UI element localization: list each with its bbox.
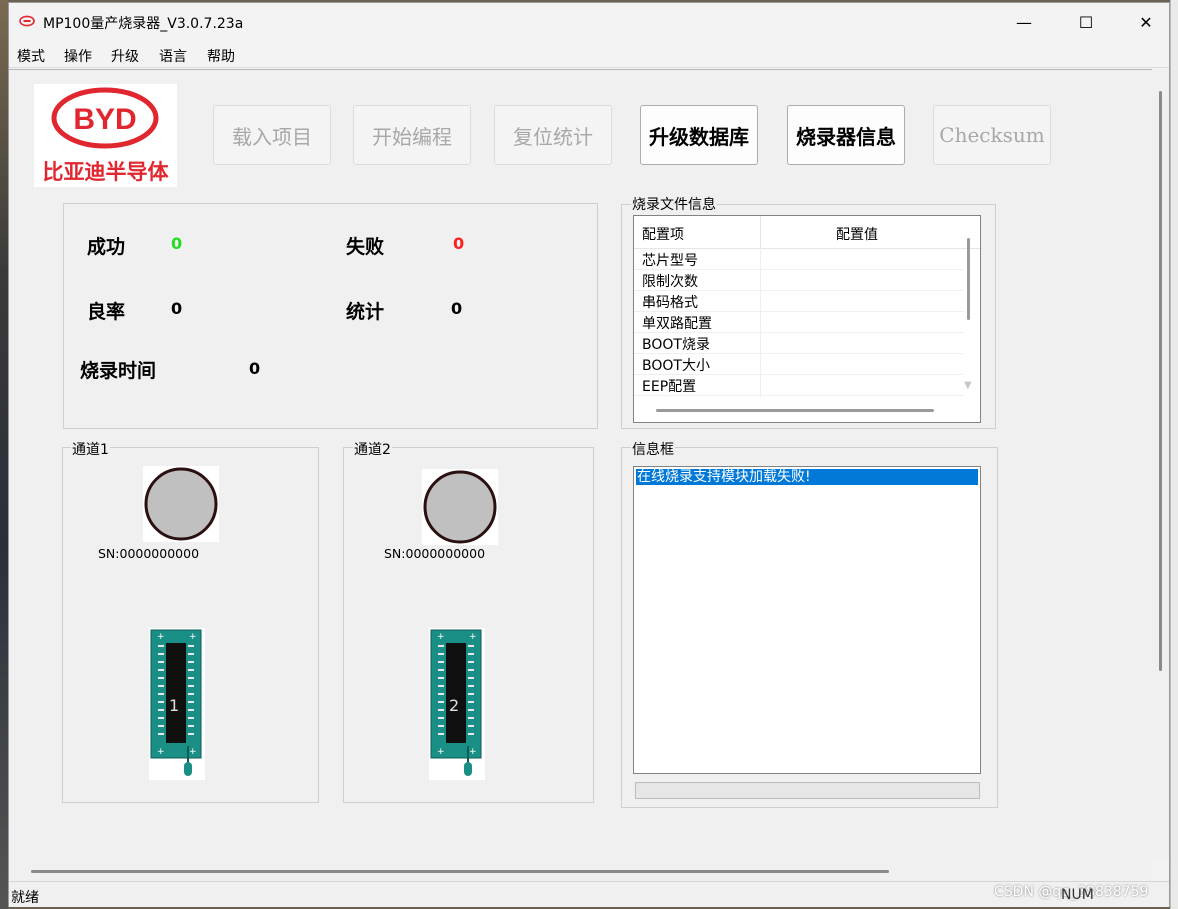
vertical-scrollbar[interactable] [1152,69,1169,861]
fail-label: 失败 [346,236,385,258]
column-config-value[interactable]: 配置值 [836,224,878,244]
total-label: 统计 [346,301,385,323]
column-divider [760,248,761,398]
reset-stats-button[interactable]: 复位统计 [494,105,612,165]
list-item[interactable]: BOOT烧录 [634,332,964,354]
menu-mode[interactable]: 模式 [17,46,45,66]
programming-time-label: 烧录时间 [80,360,157,382]
minimize-icon: — [1016,12,1032,32]
svg-text:+: + [469,632,477,642]
stats-panel [63,203,598,429]
list-item[interactable]: 单双路配置 [634,311,964,333]
menu-help[interactable]: 帮助 [207,46,235,66]
menu-operation[interactable]: 操作 [64,46,92,66]
fail-value: 0 [453,234,465,253]
svg-text:+: + [157,632,165,642]
list-item[interactable]: EEP配置 [634,374,964,396]
channel1-number: 1 [169,696,180,715]
checksum-button[interactable]: Checksum [933,105,1051,165]
programming-time-value: 0 [249,359,261,378]
close-button[interactable]: ✕ [1123,3,1169,41]
horizontal-scrollbar[interactable] [9,861,1152,881]
horizontal-scroll-thumb[interactable] [31,870,889,873]
info-message-list[interactable]: 在线烧录支持模块加载失败! [633,466,981,774]
byd-app-icon [19,15,35,27]
list-vertical-scrollbar[interactable] [967,238,970,320]
channel1-status-led [143,466,219,542]
list-item[interactable]: 芯片型号 [634,248,964,270]
list-item-label: EEP配置 [642,379,697,395]
svg-text:+: + [437,747,445,757]
success-label: 成功 [87,236,126,258]
svg-text:+: + [189,747,197,757]
app-window: MP100量产烧录器_V3.0.7.23a — ☐ ✕ 模式 操作 升级 语言 … [8,2,1170,907]
channel2-number: 2 [449,696,460,715]
logo-text: 比亚迪半导体 [42,160,169,184]
window-title: MP100量产烧录器_V3.0.7.23a [43,16,244,32]
list-item[interactable]: 限制次数 [634,269,964,291]
logo-mark-text: BYD [73,103,136,136]
list-item-label: BOOT大小 [642,358,710,374]
svg-text:+: + [189,632,197,642]
channel1-serial: SN:0000000000 [98,546,200,561]
vertical-scroll-thumb[interactable] [1159,91,1162,671]
column-config-item[interactable]: 配置项 [642,224,684,244]
svg-text:+: + [157,747,165,757]
list-item-label: 限制次数 [642,274,698,290]
scroll-down-arrow-icon[interactable]: ▼ [964,380,972,391]
status-bar: 就绪 CSDN @qq_38838759 NUM [9,881,1169,907]
list-item[interactable]: 在线烧录支持模块加载失败! [636,469,978,485]
list-item[interactable]: 串码格式 [634,290,964,312]
byd-logo: BYD 比亚迪半导体 [34,84,177,187]
channel2-label: 通道2 [353,439,392,459]
channel2-socket: + + + + 2 [429,628,485,780]
load-project-button[interactable]: 载入项目 [213,105,331,165]
info-box-title: 信息框 [631,439,675,459]
num-lock-indicator: NUM [1061,887,1094,903]
title-bar[interactable]: MP100量产烧录器_V3.0.7.23a — ☐ ✕ [9,3,1169,41]
total-value: 0 [451,299,463,318]
yield-value: 0 [171,299,183,318]
menu-language[interactable]: 语言 [159,46,187,66]
channel2-status-led [422,469,498,545]
channel2-serial: SN:0000000000 [384,546,486,561]
programmer-info-button[interactable]: 烧录器信息 [787,105,905,165]
list-item-label: BOOT烧录 [642,337,710,353]
close-icon: ✕ [1139,12,1153,32]
status-text: 就绪 [11,890,39,906]
maximize-button[interactable]: ☐ [1063,3,1109,41]
file-info-list[interactable]: 配置项 配置值 芯片型号 限制次数 串码格式 单双路配置 BOOT烧录 BOOT… [633,215,981,423]
svg-text:+: + [469,747,477,757]
progress-bar [635,782,980,799]
list-item-label: 芯片型号 [642,253,698,269]
start-programming-button[interactable]: 开始编程 [353,105,471,165]
list-header: 配置项 配置值 [634,216,980,249]
menu-upgrade[interactable]: 升级 [111,46,139,66]
svg-text:+: + [437,632,445,642]
success-value: 0 [171,234,183,253]
menu-bar: 模式 操作 升级 语言 帮助 [9,41,1169,68]
maximize-icon: ☐ [1078,12,1094,32]
client-area: BYD 比亚迪半导体 载入项目 开始编程 复位统计 升级数据库 烧录器信息 Ch… [9,69,1152,862]
yield-label: 良率 [87,301,126,323]
list-item[interactable]: BOOT大小 [634,353,964,375]
file-info-title: 烧录文件信息 [631,194,717,214]
list-horizontal-scrollbar[interactable] [656,409,934,412]
upgrade-database-button[interactable]: 升级数据库 [640,105,758,165]
desktop-background-left [0,0,8,909]
list-item-label: 单双路配置 [642,316,712,332]
list-item-label: 串码格式 [642,295,698,311]
desktop-background-right [1170,0,1178,909]
channel1-label: 通道1 [71,439,110,459]
minimize-button[interactable]: — [1001,3,1047,41]
channel1-socket: + + + + 1 [149,628,205,780]
column-divider [760,216,761,248]
